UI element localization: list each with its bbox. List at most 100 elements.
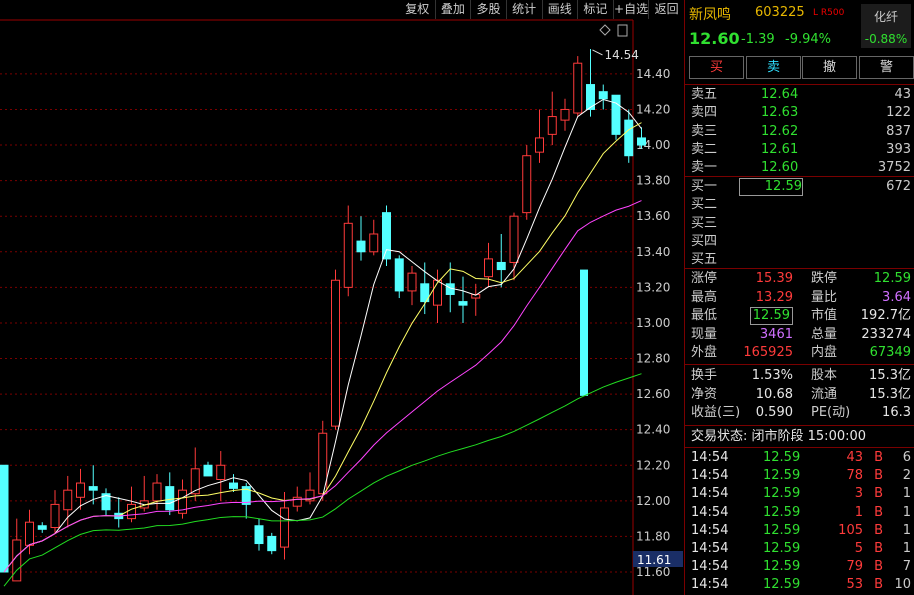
sector-badge[interactable]: 化纤 -0.88% (861, 4, 911, 48)
action-button-2[interactable]: 撤 (802, 56, 857, 79)
tick-side: B (874, 504, 883, 520)
candle-body (573, 62, 583, 114)
tick-price: 12.59 (763, 504, 801, 520)
bid-price: 12.59 (739, 178, 803, 196)
level-badge: L R500 (813, 8, 845, 18)
fin-label: 换手 (691, 368, 718, 383)
tick-price: 12.59 (763, 541, 801, 556)
panel-toggle-icon[interactable] (617, 24, 628, 37)
tick-row[interactable]: 14:54 12.59 78 B 2 (691, 467, 911, 485)
ask-label: 卖一 (691, 160, 718, 176)
ask-price: 12.63 (761, 105, 799, 121)
tick-row[interactable]: 14:54 12.59 43 B 6 (691, 449, 911, 467)
tick-price: 12.59 (763, 468, 801, 484)
ask-label: 卖五 (691, 87, 718, 102)
ask-price: 12.64 (761, 87, 799, 102)
candle-body (37, 525, 47, 530)
tick-row[interactable]: 14:54 12.59 79 B 7 (691, 558, 911, 576)
tick-count: 1 (902, 541, 911, 556)
candle-body (0, 464, 9, 573)
tick-row[interactable]: 14:54 12.59 53 B 10 (691, 576, 911, 594)
ask-volume: 122 (886, 105, 911, 121)
fin-label: 股本 (811, 368, 838, 383)
ask-row: 卖一 12.60 3752 (691, 159, 911, 177)
action-button-3[interactable]: 警 (859, 56, 914, 79)
candle-body (292, 496, 302, 507)
candle-body (433, 279, 442, 306)
tick-side: B (874, 468, 883, 484)
tick-price: 12.59 (763, 577, 801, 593)
fin-row: 换手 1.53% 股本 15.3亿 (691, 367, 911, 385)
fin-value: 16.3 (882, 405, 911, 420)
tick-time: 14:54 (691, 468, 729, 484)
candle-body (50, 503, 60, 529)
ask-row: 卖二 12.61 393 (691, 141, 911, 159)
y-tick-label: 13.00 (636, 316, 670, 330)
candle-body (535, 137, 544, 153)
stat-value: 165925 (743, 345, 793, 360)
tick-time: 14:54 (691, 450, 729, 465)
candle-body (369, 233, 379, 253)
fin-label: 流通 (811, 386, 838, 402)
fin-value: 0.590 (755, 405, 793, 420)
y-tick-label: 12.80 (636, 352, 670, 366)
bid-row: 买三 (691, 215, 911, 233)
tick-time: 14:54 (691, 486, 729, 502)
candle-body (203, 464, 213, 477)
divider (685, 425, 914, 426)
tick-row[interactable]: 14:54 12.59 5 B 1 (691, 540, 911, 558)
stat-label: 涨停 (691, 271, 718, 286)
last-price: 12.60 (689, 29, 740, 48)
kline-chart[interactable]: 11.60 11.80 12.00 12.20 12.40 12.60 12.80 13.00… (0, 0, 684, 595)
candle-body (598, 91, 608, 100)
tick-volume: 79 (846, 559, 863, 575)
ask-row: 卖四 12.63 122 (691, 104, 911, 122)
tick-row[interactable]: 14:54 12.59 1 B 1 (691, 504, 911, 522)
tick-volume: 43 (846, 450, 863, 465)
stat-label: 外盘 (691, 345, 718, 360)
y-tick-label: 13.20 (636, 280, 670, 294)
high-label: 14.54 (605, 48, 639, 62)
fin-row: 净资 10.68 流通 15.3亿 (691, 386, 911, 404)
stat-label: 内盘 (811, 345, 838, 360)
fin-value: 15.3亿 (869, 386, 911, 402)
action-button-0[interactable]: 买 (689, 56, 744, 79)
tick-count: 10 (894, 577, 911, 593)
candle-body (407, 272, 417, 292)
stat-value: 3461 (759, 326, 793, 342)
fin-value: 1.53% (751, 368, 793, 383)
stat-row: 外盘 165925 内盘 67349 (691, 344, 911, 362)
tick-count: 1 (902, 486, 911, 502)
tick-count: 2 (902, 468, 911, 484)
tick-row[interactable]: 14:54 12.59 105 B 1 (691, 522, 911, 540)
ask-price: 12.62 (761, 123, 799, 139)
price-change-pct: -9.94% (785, 32, 831, 47)
price-change: -1.39 (741, 32, 775, 47)
candle-body (229, 482, 238, 489)
candle-body (624, 119, 634, 157)
ask-price: 12.60 (761, 160, 799, 176)
tick-price: 12.59 (763, 559, 801, 575)
y-tick-label: 14.40 (636, 67, 670, 81)
stat-value: 192.7亿 (860, 308, 911, 323)
stat-row: 最高 13.29 量比 3.64 (691, 289, 911, 307)
tick-count: 1 (902, 522, 911, 538)
trade-status-row: 交易状态: 闭市阶段 15:00:00 (691, 428, 911, 446)
tick-side: B (874, 541, 883, 556)
ask-volume: 3752 (877, 160, 911, 176)
tick-side: B (874, 450, 883, 465)
y-tick-label: 14.20 (636, 102, 670, 116)
stat-label: 最低 (691, 308, 718, 323)
y-tick-label: 11.80 (636, 529, 670, 543)
action-button-1[interactable]: 卖 (746, 56, 801, 79)
stat-value: 233274 (861, 326, 911, 342)
price-tag-label: 11.61 (637, 553, 671, 567)
ask-label: 卖二 (691, 141, 718, 157)
y-tick-label: 12.00 (636, 494, 670, 508)
bid-row: 买二 (691, 196, 911, 214)
candle-body (611, 94, 621, 135)
tick-row[interactable]: 14:54 12.59 3 B 1 (691, 485, 911, 503)
fin-value: 15.3亿 (869, 368, 911, 383)
diamond-icon[interactable] (599, 24, 611, 36)
tick-volume: 5 (854, 541, 863, 556)
